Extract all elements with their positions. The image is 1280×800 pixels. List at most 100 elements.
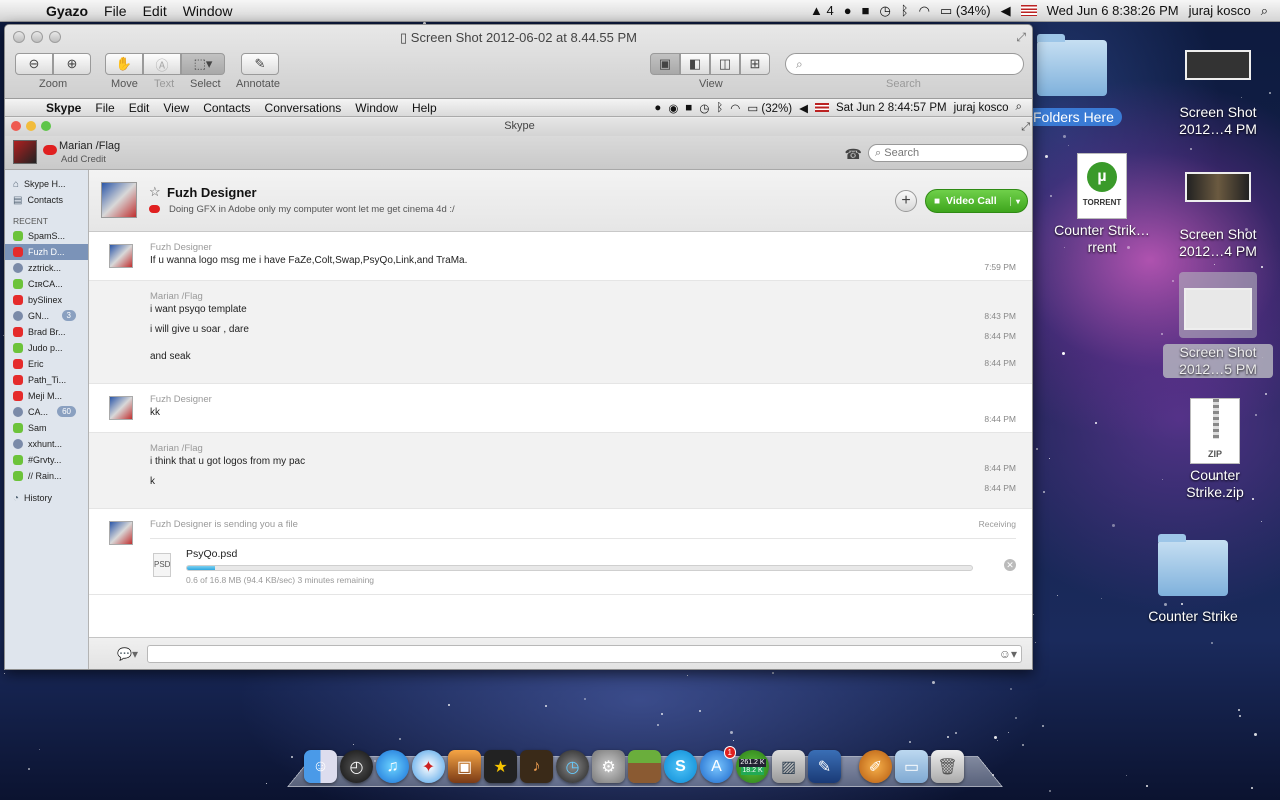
chevron-down-icon[interactable]: ▾ (1009, 196, 1027, 206)
menu-conversations[interactable]: Conversations (258, 101, 349, 115)
desktop-icon-folder[interactable]: Counter Strike (1138, 534, 1248, 625)
sidebar-item-recent[interactable]: CA... 60 (5, 404, 88, 420)
desktop-icon-zip[interactable]: ZIP Counter Strike.zip (1160, 398, 1270, 501)
emoticon-icon[interactable]: ☺▾ (999, 647, 1017, 661)
file-name[interactable]: PsyQo.psd (186, 548, 237, 560)
sidebar-item-recent[interactable]: Judo p... (5, 340, 88, 356)
add-credit-link[interactable]: Add Credit (61, 154, 106, 165)
time-machine-icon[interactable]: ◷ (556, 750, 589, 783)
avatar[interactable] (13, 140, 37, 164)
finder-icon[interactable]: ☺ (304, 750, 337, 783)
zoom-out-button[interactable]: ⊖ (15, 53, 53, 75)
battery-status[interactable]: ▭ (34%) (940, 3, 991, 19)
psd-file-icon[interactable]: PSD (153, 553, 171, 577)
sidebar-item-recent[interactable]: zztrick... (5, 260, 88, 276)
sidebar-item-recent[interactable]: SpamS... (5, 228, 88, 244)
garageband-icon[interactable]: ♪ (520, 750, 553, 783)
us-flag-icon[interactable] (1020, 5, 1037, 16)
adobe-icon[interactable]: ▲ 4 (810, 3, 834, 18)
sidebar-item-recent[interactable]: // Rain... (5, 468, 88, 484)
sidebar-item-skype-home[interactable]: ⌂ Skype H... (5, 176, 88, 192)
sidebar-item-history[interactable]: ◔ History (5, 490, 88, 506)
sidebar-item-recent[interactable]: bySlinex (5, 292, 88, 308)
minecraft-icon[interactable] (628, 750, 661, 783)
sidebar-item-recent[interactable]: Brad Br... (5, 324, 88, 340)
sidebar-item-recent[interactable]: CɪʀCA... (5, 276, 88, 292)
contact-avatar[interactable] (101, 182, 137, 218)
desktop-folder-top[interactable] (1037, 34, 1107, 96)
favorite-star-icon[interactable]: ☆ (149, 184, 161, 200)
time-machine-icon[interactable]: ◷ (879, 3, 890, 19)
safari-icon[interactable]: ✦ (412, 750, 445, 783)
utorrent-icon[interactable]: 261.2 K 18.2 K (736, 750, 769, 783)
menu-file[interactable]: File (96, 3, 135, 19)
sidebar-item-recent[interactable]: xxhunt... (5, 436, 88, 452)
view-grid-button[interactable]: ⊞ (740, 53, 770, 75)
itunes-icon[interactable]: ♫ (376, 750, 409, 783)
skype-icon[interactable]: S (664, 750, 697, 783)
sidebar-item-contacts[interactable]: ▤ Contacts (5, 192, 88, 208)
imovie-icon[interactable]: ★ (484, 750, 517, 783)
text-tool-button[interactable]: Ⓐ (143, 53, 181, 75)
menu-window[interactable]: Window (348, 101, 405, 115)
app-store-icon[interactable]: A1 (700, 746, 736, 783)
sidebar-item-recent[interactable]: Fuzh D... (5, 244, 88, 260)
view-single-button[interactable]: ▣ (650, 53, 680, 75)
status-icon[interactable] (43, 145, 57, 155)
dial-pad-icon[interactable]: ☎ (845, 146, 862, 163)
desktop-icon-screenshot-1[interactable]: Screen Shot 2012…4 PM (1163, 50, 1273, 138)
select-tool-button[interactable]: ⬚▾ (181, 53, 225, 75)
system-preferences-icon[interactable]: ⚙ (592, 750, 625, 783)
sidebar-item-recent[interactable]: #Grvty... (5, 452, 88, 468)
menu-skype[interactable]: Skype (39, 101, 88, 115)
menu-help[interactable]: Help (405, 101, 444, 115)
sidebar-item-recent[interactable]: Eric (5, 356, 88, 372)
contact-search-input[interactable]: ⌕ Search (868, 144, 1028, 162)
applications-stack-icon[interactable]: ✐ (859, 750, 892, 783)
menu-view[interactable]: View (156, 101, 196, 115)
menu-contacts[interactable]: Contacts (196, 101, 257, 115)
trash-icon[interactable]: 🗑 (931, 750, 964, 783)
sidebar-item-recent[interactable]: GN... 3 (5, 308, 88, 324)
zoom-in-button[interactable]: ⊕ (53, 53, 91, 75)
zoom-button[interactable] (41, 121, 51, 131)
video-call-button[interactable]: ■ Video Call ▾ (925, 189, 1028, 213)
menu-file[interactable]: File (88, 101, 121, 115)
dashboard-icon[interactable]: ◴ (340, 750, 373, 783)
minimize-button[interactable] (26, 121, 36, 131)
user-name[interactable]: juraj kosco (1189, 3, 1251, 18)
sidebar-item-recent[interactable]: Path_Ti... (5, 372, 88, 388)
desktop-icon-screenshot-3[interactable]: Screen Shot 2012…5 PM (1163, 272, 1273, 378)
folders-here-label[interactable]: Folders Here (1031, 108, 1122, 126)
skype-status-icon[interactable]: ● (844, 3, 852, 18)
cancel-transfer-button[interactable]: ✕ (1004, 559, 1016, 571)
documents-folder-icon[interactable]: ▭ (895, 750, 928, 783)
view-sidebar-button[interactable]: ◧ (680, 53, 710, 75)
xcode-icon[interactable]: ✎ (808, 750, 841, 783)
view-split-button[interactable]: ◫ (710, 53, 740, 75)
clock[interactable]: Wed Jun 6 8:38:26 PM (1047, 3, 1179, 18)
account-name[interactable]: Marian /Flag (59, 140, 120, 152)
volume-icon[interactable]: ◀ (1001, 3, 1011, 19)
chat-bubble-icon[interactable]: 💬▾ (117, 647, 138, 661)
annotate-button[interactable]: ✎ (241, 53, 279, 75)
menu-edit[interactable]: Edit (135, 3, 175, 19)
sidebar-item-recent[interactable]: Meji M... (5, 388, 88, 404)
desktop-icon-screenshot-2[interactable]: Screen Shot 2012…4 PM (1163, 172, 1273, 260)
menu-app-name[interactable]: Gyazo (38, 3, 96, 19)
preview-icon[interactable]: ▨ (772, 750, 805, 783)
move-tool-button[interactable]: ✋ (105, 53, 143, 75)
add-button[interactable]: + (895, 190, 917, 212)
sidebar-item-recent[interactable]: Sam (5, 420, 88, 436)
wifi-icon[interactable]: ◠ (919, 3, 930, 19)
close-button[interactable] (11, 121, 21, 131)
fullscreen-icon[interactable]: ⤢ (1016, 30, 1026, 45)
menu-edit[interactable]: Edit (122, 101, 157, 115)
notes-icon[interactable]: ■ (862, 3, 870, 18)
message-input[interactable]: ☺▾ (147, 645, 1022, 663)
iphoto-icon[interactable]: ▣ (448, 750, 481, 783)
menu-window[interactable]: Window (175, 3, 241, 19)
fullscreen-icon[interactable]: ⤢ (1021, 119, 1030, 135)
desktop-icon-torrent[interactable]: µ TORRENT Counter Strik…rrent (1047, 153, 1157, 256)
toolbar-search-input[interactable]: ⌕ (785, 53, 1024, 75)
